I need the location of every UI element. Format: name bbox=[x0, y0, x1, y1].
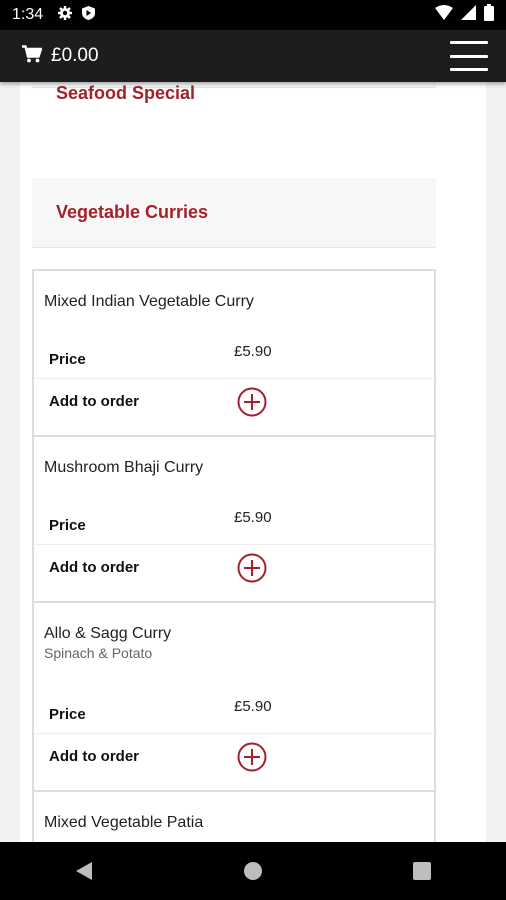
category-label: Seafood Special bbox=[56, 83, 196, 103]
add-to-order-row: Add to order bbox=[34, 734, 434, 778]
hamburger-menu-icon[interactable] bbox=[450, 41, 488, 71]
system-nav-bar bbox=[0, 842, 506, 900]
gear-icon bbox=[57, 5, 73, 26]
list-item: Allo & Sagg Curry Spinach & Potato Price… bbox=[34, 603, 434, 792]
cart-total[interactable]: £0.00 bbox=[51, 45, 99, 67]
add-to-order-button[interactable] bbox=[237, 387, 267, 417]
recents-icon[interactable] bbox=[402, 851, 442, 891]
price-value: £5.90 bbox=[234, 698, 272, 715]
item-description: Spinach & Potato bbox=[44, 645, 153, 661]
add-to-order-row: Add to order bbox=[34, 545, 434, 589]
menu-content[interactable]: Seafood Special Vegetable Curries Mixed … bbox=[0, 82, 506, 842]
shield-icon bbox=[81, 5, 96, 26]
add-to-order-label: Add to order bbox=[49, 748, 139, 765]
price-value: £5.90 bbox=[234, 343, 272, 360]
category-label: Vegetable Curries bbox=[56, 202, 209, 222]
cart-icon[interactable] bbox=[22, 44, 43, 68]
add-to-order-row: Add to order bbox=[34, 379, 434, 423]
item-name: Mixed Indian Vegetable Curry bbox=[44, 293, 254, 310]
price-label: Price bbox=[49, 517, 86, 534]
price-label: Price bbox=[49, 706, 86, 723]
add-to-order-label: Add to order bbox=[49, 559, 139, 576]
add-to-order-button[interactable] bbox=[237, 742, 267, 772]
status-bar: 1:34 bbox=[0, 0, 506, 30]
price-row: Price £5.90 bbox=[34, 501, 434, 545]
wifi-icon bbox=[435, 5, 453, 25]
list-item: Mushroom Bhaji Curry Price £5.90 Add to … bbox=[34, 437, 434, 603]
price-value: £5.90 bbox=[234, 509, 272, 526]
app-bar: £0.00 bbox=[0, 30, 506, 82]
category-seafood-special[interactable]: Seafood Special bbox=[32, 82, 436, 103]
price-row: Price £5.90 bbox=[34, 335, 434, 379]
list-item: Mixed Indian Vegetable Curry Price £5.90… bbox=[34, 271, 434, 437]
menu-items-list: Mixed Indian Vegetable Curry Price £5.90… bbox=[32, 269, 436, 842]
add-to-order-label: Add to order bbox=[49, 393, 139, 410]
signal-icon bbox=[461, 5, 476, 25]
status-time: 1:34 bbox=[12, 6, 44, 23]
item-name: Allo & Sagg Curry bbox=[44, 625, 172, 642]
home-icon[interactable] bbox=[233, 851, 273, 891]
list-item: Mixed Vegetable Patia bbox=[34, 792, 434, 842]
battery-icon bbox=[484, 4, 494, 26]
item-name: Mixed Vegetable Patia bbox=[44, 814, 204, 831]
price-label: Price bbox=[49, 351, 86, 368]
price-row: Price £5.90 bbox=[34, 690, 434, 734]
add-to-order-button[interactable] bbox=[237, 553, 267, 583]
back-icon[interactable] bbox=[64, 851, 104, 891]
item-name: Mushroom Bhaji Curry bbox=[44, 459, 204, 476]
category-vegetable-curries[interactable]: Vegetable Curries bbox=[32, 178, 436, 248]
